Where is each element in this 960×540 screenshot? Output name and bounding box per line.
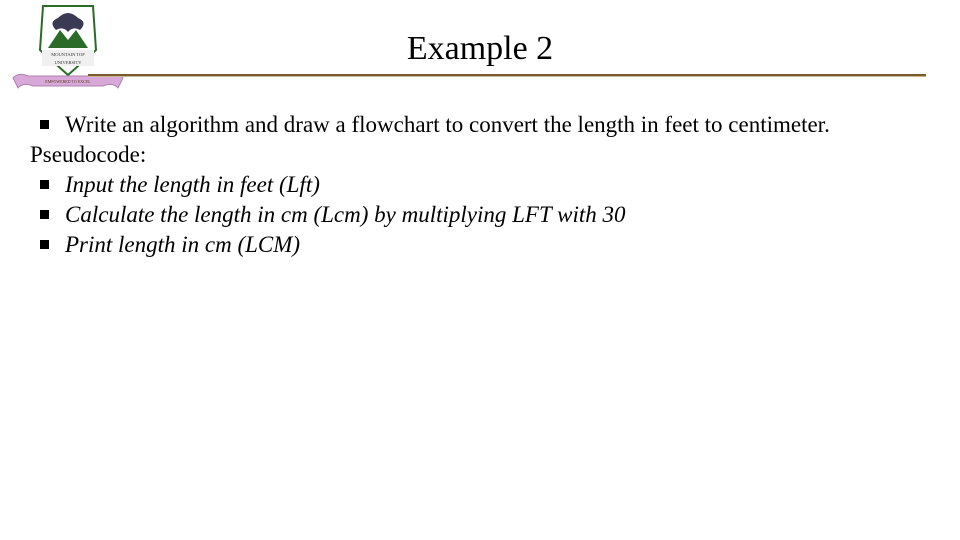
step-text-2: Calculate the length in cm (Lcm) by mult… <box>65 200 930 230</box>
square-bullet-icon <box>40 210 49 219</box>
title-underline <box>88 74 926 77</box>
square-bullet-icon <box>40 240 49 249</box>
step-row-3: Print length in cm (LCM) <box>30 230 930 260</box>
slide-content: Write an algorithm and draw a flowchart … <box>30 110 930 259</box>
step-text-3: Print length in cm (LCM) <box>65 230 930 260</box>
pseudocode-label: Pseudocode: <box>30 140 930 170</box>
square-bullet-icon <box>40 180 49 189</box>
intro-text: Write an algorithm and draw a flowchart … <box>65 110 930 140</box>
slide-title: Example 2 <box>0 30 960 68</box>
intro-bullet-row: Write an algorithm and draw a flowchart … <box>30 110 930 140</box>
step-row-1: Input the length in feet (Lft) <box>30 170 930 200</box>
logo-ribbon-text: EMPOWERED TO EXCEL <box>45 79 91 84</box>
slide: MOUNTAIN TOP UNIVERSITY EMPOWERED TO EXC… <box>0 0 960 540</box>
square-bullet-icon <box>40 120 49 129</box>
step-row-2: Calculate the length in cm (Lcm) by mult… <box>30 200 930 230</box>
step-text-1: Input the length in feet (Lft) <box>65 170 930 200</box>
